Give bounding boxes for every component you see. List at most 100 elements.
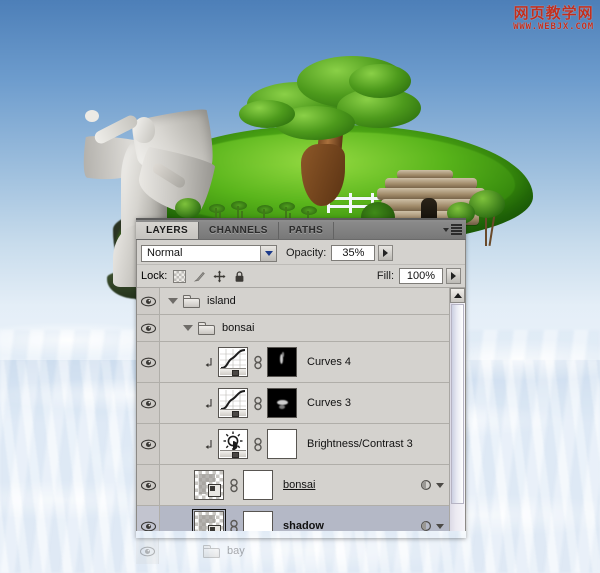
menu-triangle-icon: [443, 227, 449, 232]
table-row[interactable]: shadow: [137, 506, 450, 531]
layer-name[interactable]: Brightness/Contrast 3: [307, 438, 413, 450]
scroll-up-arrow-icon[interactable]: [450, 288, 465, 303]
layer-effects-icon[interactable]: [420, 479, 432, 491]
layer-name[interactable]: Curves 3: [307, 397, 351, 409]
group-expand-triangle-icon[interactable]: [183, 325, 193, 331]
tab-paths[interactable]: PATHS: [278, 222, 335, 239]
fill-input[interactable]: 100%: [399, 268, 443, 284]
opacity-input[interactable]: 35%: [331, 245, 376, 261]
folder-icon: [203, 544, 220, 558]
curves-adjustment-thumbnail[interactable]: [218, 347, 248, 377]
clipping-mask-arrow-icon: [204, 396, 215, 410]
lock-row: Lock: Fill: 100%: [137, 265, 465, 288]
layer-name-cell: Brightness/Contrast 3: [297, 438, 413, 450]
layer-visibility-toggle[interactable]: [137, 315, 160, 341]
layer-visibility-toggle[interactable]: [137, 383, 160, 423]
layer-list-scrollbar[interactable]: [449, 288, 465, 531]
brightness-contrast-adjustment-thumbnail[interactable]: [218, 429, 248, 459]
layer-name-cell: bonsai: [273, 479, 315, 491]
layer-content: Brightness/Contrast 3: [160, 429, 450, 459]
lock-icon-group: [173, 269, 246, 283]
table-row[interactable]: Curves 4: [137, 342, 450, 383]
clipping-mask-arrow-icon: [204, 355, 215, 369]
layer-mask-thumbnail[interactable]: [267, 429, 297, 459]
layer-mask-thumbnail[interactable]: [267, 347, 297, 377]
layer-list: island bonsai Curves 4 Curves 3 Brightne…: [137, 288, 465, 531]
tab-layers[interactable]: LAYERS: [136, 222, 200, 239]
layer-content: bonsai: [160, 470, 450, 500]
folder-icon: [198, 321, 215, 335]
scrollbar-thumb[interactable]: [451, 304, 464, 504]
layer-thumbnail[interactable]: [192, 509, 226, 531]
layer-content: bonsai: [160, 321, 450, 335]
table-row[interactable]: Curves 3: [137, 383, 450, 424]
eye-icon: [139, 546, 155, 557]
group-expand-triangle-icon[interactable]: [168, 298, 178, 304]
fill-label: Fill:: [376, 270, 394, 282]
opacity-label: Opacity:: [286, 247, 327, 259]
layer-visibility-toggle[interactable]: [137, 288, 160, 314]
layer-mask-thumbnail[interactable]: [243, 470, 273, 500]
layer-mask-thumbnail[interactable]: [267, 388, 297, 418]
eye-icon: [140, 323, 156, 334]
blend-mode-row: Normal Opacity: 35%: [137, 240, 465, 265]
chevron-down-icon[interactable]: [260, 245, 276, 261]
layer-effects-icon[interactable]: [420, 520, 432, 531]
layer-name[interactable]: bonsai: [283, 479, 315, 491]
blend-mode-value: Normal: [147, 247, 183, 259]
layer-visibility-toggle[interactable]: [137, 506, 160, 531]
layer-name[interactable]: island: [207, 295, 236, 307]
watermark-chinese: 网页教学网: [513, 4, 594, 22]
layer-effects-cell: [420, 479, 450, 491]
clipping-mask-arrow-icon: [204, 437, 215, 451]
fill-spinner-icon[interactable]: [446, 268, 461, 284]
panel-tab-bar: LAYERS CHANNELS PATHS: [136, 220, 466, 240]
layer-effects-cell: [420, 520, 450, 531]
layer-content: Curves 3: [160, 388, 450, 418]
link-icon[interactable]: [252, 436, 263, 452]
lock-all-icon[interactable]: [233, 270, 246, 283]
table-row[interactable]: bonsai: [137, 465, 450, 506]
layer-visibility-toggle[interactable]: [136, 538, 159, 564]
watermark: 网页教学网 WWW.WEBJX.COM: [513, 6, 594, 32]
link-icon[interactable]: [252, 395, 263, 411]
layer-visibility-toggle[interactable]: [137, 424, 160, 464]
scrollbar-track[interactable]: [450, 303, 465, 531]
layer-name-cell: shadow: [273, 520, 324, 531]
panel-menu-icon[interactable]: [442, 223, 462, 236]
opacity-spinner-icon[interactable]: [378, 245, 394, 261]
layer-visibility-toggle[interactable]: [137, 465, 160, 505]
layer-mask-thumbnail[interactable]: [243, 511, 273, 531]
eye-icon: [140, 439, 156, 450]
eye-icon: [140, 296, 156, 307]
layer-content: Curves 4: [160, 347, 450, 377]
folder-icon: [183, 294, 200, 308]
link-icon[interactable]: [228, 518, 239, 531]
link-icon[interactable]: [228, 477, 239, 493]
layer-name[interactable]: bonsai: [222, 322, 254, 334]
tab-channels[interactable]: CHANNELS: [199, 222, 279, 239]
layer-rows-container: island bonsai Curves 4 Curves 3 Brightne…: [137, 288, 450, 531]
lock-image-pixels-icon[interactable]: [193, 270, 206, 283]
effects-expand-triangle-icon[interactable]: [436, 482, 444, 488]
layer-visibility-toggle[interactable]: [137, 342, 160, 382]
layer-name-cell: Curves 4: [297, 356, 351, 368]
eye-icon: [140, 398, 156, 409]
link-icon[interactable]: [252, 354, 263, 370]
layer-name[interactable]: Curves 4: [307, 356, 351, 368]
effects-expand-triangle-icon[interactable]: [436, 523, 444, 529]
layers-panel: LAYERS CHANNELS PATHS Normal Opacity: 35…: [136, 218, 466, 564]
eye-icon: [140, 521, 156, 532]
table-row[interactable]: Brightness/Contrast 3: [137, 424, 450, 465]
lock-position-icon[interactable]: [213, 270, 226, 283]
layer-name[interactable]: bay: [227, 545, 245, 557]
eye-icon: [140, 480, 156, 491]
blend-mode-select[interactable]: Normal: [141, 244, 277, 262]
layer-thumbnail[interactable]: [194, 470, 224, 500]
table-row[interactable]: island: [137, 288, 450, 315]
table-row[interactable]: bonsai: [137, 315, 450, 342]
lock-transparent-pixels-icon[interactable]: [173, 269, 187, 283]
eye-icon: [140, 357, 156, 368]
layer-name[interactable]: shadow: [283, 520, 324, 531]
curves-adjustment-thumbnail[interactable]: [218, 388, 248, 418]
